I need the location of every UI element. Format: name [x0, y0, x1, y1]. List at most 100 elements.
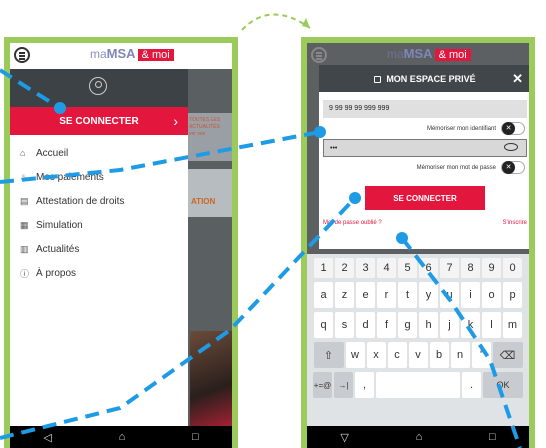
key[interactable]: t: [398, 282, 417, 308]
signup-link[interactable]: S'inscrire: [503, 220, 527, 226]
remember-id-toggle[interactable]: [501, 122, 525, 135]
key[interactable]: h: [419, 312, 438, 338]
back-icon[interactable]: ▽: [340, 431, 348, 444]
keyboard-row-2: q s d f g h j k l m: [309, 312, 527, 338]
android-navbar: ◁ ⌂ □: [10, 426, 232, 448]
forgot-password-link[interactable]: Mot de passe oublié ?: [323, 220, 382, 226]
left-phone: maMSA & moi TOUTES LES ACTUALITÉS ver vos …: [4, 37, 238, 448]
arrowhead-icon: [302, 18, 310, 28]
info-icon: ⓘ: [20, 268, 30, 279]
symbols-key[interactable]: +=@: [313, 372, 332, 398]
document-icon: ▤: [20, 195, 29, 206]
key[interactable]: e: [356, 282, 375, 308]
key[interactable]: q: [314, 312, 333, 338]
news-icon: ▥: [20, 243, 29, 254]
transition-arrow: [241, 13, 311, 31]
chevron-right-icon: ›: [173, 113, 178, 129]
backspace-key[interactable]: ⌫: [492, 342, 523, 368]
logo: maMSA & moi: [90, 46, 174, 61]
key[interactable]: 7: [440, 258, 459, 278]
key[interactable]: z: [335, 282, 354, 308]
key[interactable]: x: [366, 342, 386, 368]
close-icon[interactable]: ✕: [512, 71, 523, 87]
connect-button[interactable]: SE CONNECTER ›: [10, 107, 188, 135]
key[interactable]: 9: [482, 258, 501, 278]
android-navbar: ▽ ⌂ □: [307, 426, 529, 448]
logo: maMSA & moi: [387, 46, 471, 61]
menu-item-attestation[interactable]: ▤ Attestation de droits: [10, 189, 188, 213]
key[interactable]: a: [314, 282, 333, 308]
key[interactable]: j: [440, 312, 459, 338]
key[interactable]: 3: [356, 258, 375, 278]
menu-item-apropos[interactable]: ⓘ À propos: [10, 261, 188, 285]
right-phone: maMSA & moi MON ESPACE PRIVÉ ✕ 9 99 99 99…: [301, 37, 535, 448]
keyboard-row-1: a z e r t y u i o p: [309, 282, 527, 308]
back-icon[interactable]: ◁: [43, 431, 51, 444]
remember-pw-toggle[interactable]: [501, 161, 525, 174]
key[interactable]: 4: [377, 258, 396, 278]
key[interactable]: i: [461, 282, 480, 308]
key[interactable]: u: [440, 282, 459, 308]
key[interactable]: 8: [461, 258, 480, 278]
calculator-icon: ▦: [20, 219, 29, 230]
key[interactable]: f: [377, 312, 396, 338]
payment-icon: ♨: [20, 171, 29, 182]
app-header: maMSA & moi: [10, 43, 232, 69]
nav-drawer: SE CONNECTER › ⌂ Accueil ♨ Mes paiements ▤…: [10, 69, 188, 426]
keyboard: 1 2 3 4 5 6 7 8 9 0 a z e r t y u i o p …: [307, 254, 529, 426]
remember-id-row: Mémoriser mon identifiant: [319, 118, 529, 139]
period-key[interactable]: .: [462, 372, 481, 398]
key[interactable]: g: [398, 312, 417, 338]
key[interactable]: o: [482, 282, 501, 308]
menu-item-simulation[interactable]: ▦ Simulation: [10, 213, 188, 237]
modal-title: MON ESPACE PRIVÉ ✕: [319, 65, 529, 92]
key[interactable]: d: [356, 312, 375, 338]
key[interactable]: s: [335, 312, 354, 338]
key[interactable]: 2: [335, 258, 354, 278]
recent-apps-icon[interactable]: □: [192, 431, 199, 443]
key[interactable]: m: [503, 312, 522, 338]
recent-apps-icon[interactable]: □: [489, 431, 496, 443]
key[interactable]: v: [408, 342, 428, 368]
identifier-field[interactable]: 9 99 99 99 999 999: [323, 100, 527, 118]
drawer-header: [10, 69, 188, 107]
key[interactable]: 5: [398, 258, 417, 278]
home-nav-icon[interactable]: ⌂: [119, 431, 126, 443]
menu-item-actualites[interactable]: ▥ Actualités: [10, 237, 188, 261]
key[interactable]: c: [387, 342, 407, 368]
shift-key[interactable]: ⇧: [313, 342, 344, 368]
eye-icon[interactable]: [504, 143, 518, 151]
key[interactable]: n: [450, 342, 470, 368]
key[interactable]: 6: [419, 258, 438, 278]
keyboard-row-3: ⇧ w x c v b n ' ⌫: [309, 342, 527, 368]
key[interactable]: r: [377, 282, 396, 308]
comma-key[interactable]: ,: [355, 372, 374, 398]
key[interactable]: ': [471, 342, 491, 368]
connect-button[interactable]: SE CONNECTER: [365, 186, 485, 210]
home-icon: ⌂: [20, 148, 26, 158]
menu-icon[interactable]: [14, 47, 30, 63]
key[interactable]: k: [461, 312, 480, 338]
key[interactable]: l: [482, 312, 501, 338]
menu-item-paiements[interactable]: ♨ Mes paiements: [10, 165, 188, 189]
key[interactable]: y: [419, 282, 438, 308]
modal-links: Mot de passe oublié ? S'inscrire: [319, 210, 529, 226]
menu-icon[interactable]: [311, 47, 327, 63]
key[interactable]: p: [503, 282, 522, 308]
lock-icon: [374, 76, 382, 83]
info-card[interactable]: ATION: [185, 169, 232, 217]
key[interactable]: w: [345, 342, 365, 368]
menu-item-accueil[interactable]: ⌂ Accueil: [10, 141, 188, 165]
password-field[interactable]: •••: [323, 139, 527, 157]
key[interactable]: 1: [314, 258, 333, 278]
key[interactable]: b: [429, 342, 449, 368]
tab-key[interactable]: →|: [334, 372, 353, 398]
home-nav-icon[interactable]: ⌂: [416, 431, 423, 443]
key[interactable]: 0: [503, 258, 522, 278]
space-key[interactable]: [376, 372, 460, 398]
family-photo: [190, 331, 232, 426]
ok-key[interactable]: OK: [483, 372, 523, 398]
keyboard-row-4: +=@ →| , . OK: [309, 372, 527, 398]
news-card[interactable]: TOUTES LES ACTUALITÉS ver vos: [185, 113, 232, 161]
keyboard-row-numbers: 1 2 3 4 5 6 7 8 9 0: [309, 258, 527, 278]
